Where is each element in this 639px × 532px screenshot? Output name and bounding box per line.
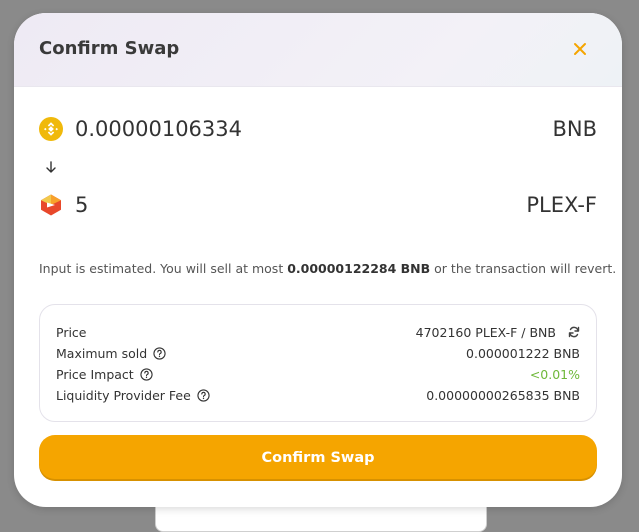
- confirm-swap-modal: Confirm Swap 0.00000106334 BNB 5 PLEX-F …: [14, 13, 622, 507]
- output-symbol: PLEX-F: [526, 193, 597, 217]
- maximum-sold-row: Maximum sold 0.000001222 BNB: [56, 343, 580, 363]
- liquidity-fee-row: Liquidity Provider Fee 0.00000000265835 …: [56, 385, 580, 405]
- help-icon[interactable]: [197, 388, 210, 402]
- confirm-swap-button[interactable]: Confirm Swap: [39, 435, 597, 481]
- price-row: Price 4702160 PLEX-F / BNB: [56, 322, 580, 342]
- swap-direction-icon[interactable]: [568, 326, 580, 338]
- output-amount: 5: [75, 193, 89, 217]
- bnb-icon: [39, 117, 63, 141]
- output-token-row: 5 PLEX-F: [39, 189, 597, 221]
- liquidity-fee-label-group: Liquidity Provider Fee: [56, 388, 210, 403]
- input-amount: 0.00000106334: [75, 117, 243, 141]
- price-impact-label-group: Price Impact: [56, 367, 153, 382]
- help-icon[interactable]: [153, 346, 166, 360]
- price-impact-row: Price Impact <0.01%: [56, 364, 580, 384]
- plex-icon: [41, 194, 61, 216]
- help-icon[interactable]: [140, 367, 153, 381]
- price-value: 4702160 PLEX-F / BNB: [415, 324, 556, 340]
- input-symbol: BNB: [552, 117, 597, 141]
- price-label: Price: [56, 324, 87, 340]
- close-icon[interactable]: [572, 41, 588, 57]
- liquidity-fee-label: Liquidity Provider Fee: [56, 387, 191, 403]
- maximum-sold-label-group: Maximum sold: [56, 346, 166, 361]
- arrow-down-icon: [46, 161, 56, 173]
- maximum-sold-value: 0.000001222 BNB: [466, 345, 580, 361]
- price-impact-label: Price Impact: [56, 366, 134, 382]
- maximum-sold-label: Maximum sold: [56, 345, 148, 361]
- note-max-amount: 0.00000122284 BNB: [287, 261, 431, 276]
- price-impact-value: <0.01%: [529, 366, 580, 382]
- note-prefix: Input is estimated. You will sell at mos…: [39, 261, 288, 276]
- estimate-note: Input is estimated. You will sell at mos…: [39, 261, 616, 276]
- swap-details-panel: Price 4702160 PLEX-F / BNB Maximum sold: [39, 304, 597, 422]
- note-suffix: or the transaction will revert.: [430, 261, 617, 276]
- liquidity-fee-value: 0.00000000265835 BNB: [426, 387, 580, 403]
- input-token-row: 0.00000106334 BNB: [39, 113, 597, 145]
- modal-title: Confirm Swap: [39, 38, 180, 59]
- modal-header: Confirm Swap: [14, 13, 622, 87]
- price-value-group: 4702160 PLEX-F / BNB: [416, 325, 580, 340]
